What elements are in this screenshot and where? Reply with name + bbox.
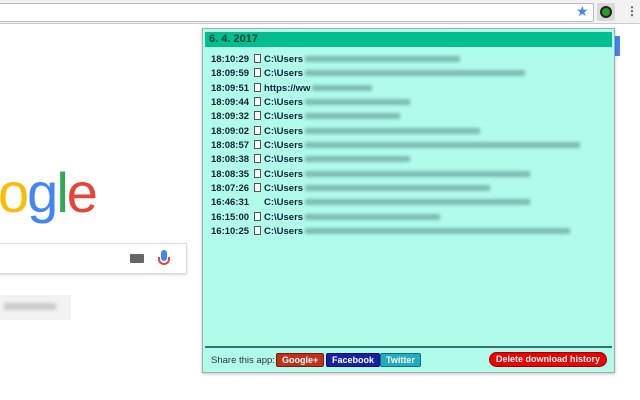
file-icon <box>254 54 261 63</box>
download-row[interactable]: 18:08:35 C:\Users <box>211 168 531 182</box>
download-path[interactable]: C:\Users <box>264 183 303 194</box>
download-row[interactable]: 16:10:25 C:\Users <box>211 225 571 239</box>
download-path[interactable]: C:\Users <box>264 212 303 223</box>
delete-history-button[interactable]: Delete download history <box>489 352 607 367</box>
redacted-path <box>312 84 373 91</box>
more-vert-icon[interactable]: ⋮ <box>626 4 638 18</box>
file-icon <box>254 197 261 206</box>
download-path[interactable]: C:\Users <box>264 111 303 122</box>
download-row[interactable]: 18:09:44 C:\Users <box>211 96 411 110</box>
download-time: 16:15:00 <box>211 211 250 223</box>
browser-toolbar: ★ ⋮ <box>0 0 640 24</box>
download-row[interactable]: 18:10:29 C:\Users <box>211 53 461 67</box>
download-time: 18:10:29 <box>211 54 250 65</box>
download-time: 18:08:38 <box>211 154 250 166</box>
redacted-path <box>305 227 571 234</box>
share-twitter-button[interactable]: Twitter <box>380 353 421 367</box>
download-row[interactable]: 18:09:59 C:\Users <box>211 67 526 81</box>
download-row[interactable]: 18:07:26 C:\Users <box>211 182 491 196</box>
google-lucky-button[interactable] <box>0 295 71 320</box>
download-time: 16:10:25 <box>211 225 250 237</box>
file-icon <box>254 111 261 121</box>
download-row[interactable]: 18:09:32 C:\Users <box>211 110 401 124</box>
redacted-path <box>305 141 581 148</box>
redacted-path <box>305 184 491 191</box>
download-path[interactable]: C:\Users <box>264 54 303 65</box>
download-time: 18:08:35 <box>211 168 250 180</box>
download-row[interactable]: 18:08:57 C:\Users <box>211 139 581 153</box>
download-path[interactable]: C:\Users <box>264 154 303 165</box>
extension-button[interactable] <box>597 3 615 21</box>
download-time: 18:09:32 <box>211 111 250 123</box>
download-row[interactable]: 18:08:38 C:\Users <box>211 153 411 167</box>
download-time: 18:07:26 <box>211 182 250 194</box>
download-time: 18:09:02 <box>211 125 250 137</box>
redacted-path <box>305 98 411 105</box>
redacted-path <box>305 70 526 77</box>
download-history-popup: 6. 4. 2017 18:10:29 C:\Users 18:09:59 C:\Us… <box>202 28 615 373</box>
download-time: 18:09:59 <box>211 68 250 80</box>
file-icon <box>254 139 261 149</box>
address-bar[interactable] <box>0 3 594 22</box>
file-icon <box>254 168 261 178</box>
share-label: Share this app: <box>211 355 275 366</box>
download-row[interactable]: 16:15:00 C:\Users <box>211 211 441 225</box>
download-time: 18:09:51 <box>211 82 250 94</box>
star-icon[interactable]: ★ <box>576 3 589 19</box>
download-row[interactable]: 18:09:51 https://ww <box>211 82 373 96</box>
download-row[interactable]: 18:09:02 C:\Users <box>211 125 481 139</box>
blurred-label <box>4 303 56 310</box>
file-icon <box>254 96 261 106</box>
redacted-path <box>305 113 401 120</box>
download-row[interactable]: 16:46:31 C:\Users <box>211 196 531 210</box>
microphone-icon-base <box>158 257 170 265</box>
divider <box>205 346 612 348</box>
download-time: 16:46:31 <box>211 197 250 209</box>
redacted-path <box>305 199 531 206</box>
redacted-path <box>305 127 481 134</box>
file-icon <box>254 225 261 235</box>
download-path[interactable]: C:\Users <box>264 226 303 237</box>
date-header: 6. 4. 2017 <box>205 32 612 47</box>
download-path[interactable]: https://ww <box>264 83 310 94</box>
file-icon <box>254 211 261 221</box>
download-path[interactable]: C:\Users <box>264 126 303 137</box>
download-path[interactable]: C:\Users <box>264 97 303 108</box>
redacted-path <box>305 170 531 177</box>
file-icon <box>254 82 261 92</box>
redacted-path <box>305 56 461 62</box>
redacted-path <box>305 156 411 163</box>
google-logo: ogle <box>0 161 98 224</box>
download-path[interactable]: C:\Users <box>264 140 303 151</box>
download-path[interactable]: C:\Users <box>264 68 303 79</box>
download-path[interactable]: C:\Users <box>264 197 303 208</box>
download-path[interactable]: C:\Users <box>264 169 303 180</box>
download-history-icon <box>600 6 612 18</box>
file-icon <box>254 154 261 164</box>
share-google-plus-button[interactable]: Google+ <box>276 353 325 367</box>
keyboard-icon[interactable] <box>130 254 144 263</box>
redacted-path <box>305 213 441 220</box>
download-time: 18:08:57 <box>211 139 250 151</box>
download-time: 18:09:44 <box>211 96 250 108</box>
file-icon <box>254 68 261 78</box>
share-facebook-button[interactable]: Facebook <box>326 353 381 367</box>
google-search-box[interactable] <box>0 243 187 274</box>
file-icon <box>254 182 261 192</box>
file-icon <box>254 125 261 135</box>
